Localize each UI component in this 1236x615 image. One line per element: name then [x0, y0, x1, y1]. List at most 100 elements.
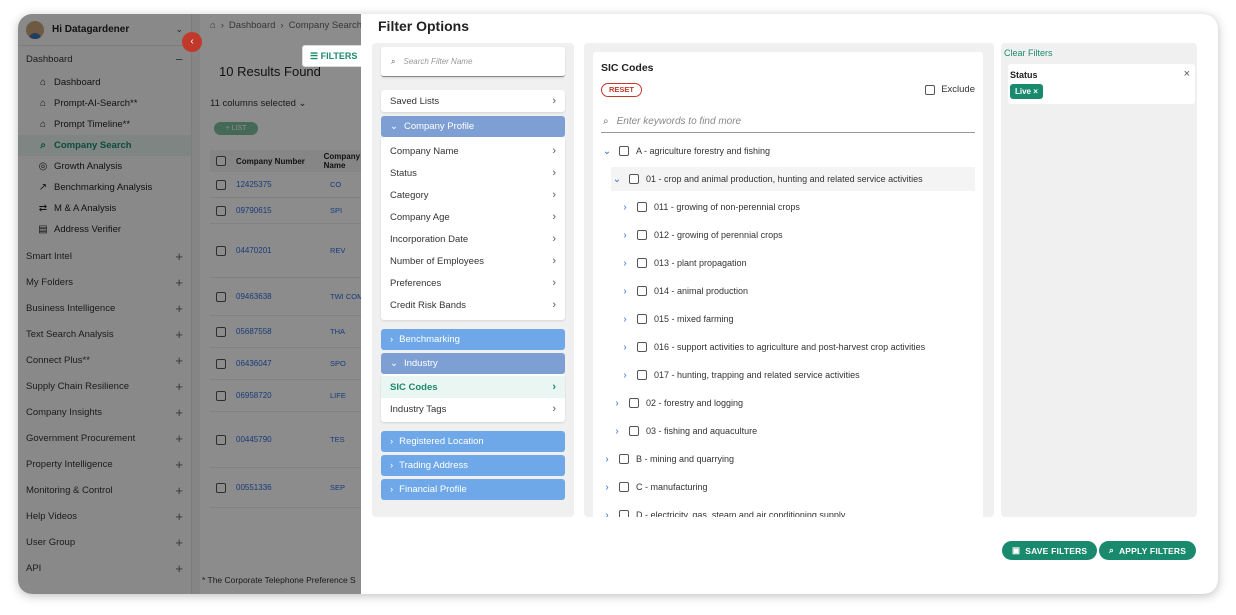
table-row[interactable]: 05687558 THA — [210, 316, 380, 348]
exclude-toggle[interactable]: Exclude — [925, 84, 975, 95]
company-number-link[interactable]: 05687558 — [236, 327, 316, 336]
company-name-link[interactable]: REV — [330, 246, 345, 255]
sic-tree-node[interactable]: › 014 - animal production — [619, 279, 748, 303]
chevron-right-icon[interactable]: › — [601, 510, 613, 518]
sic-tree-node[interactable]: › 02 - forestry and logging — [611, 391, 743, 415]
table-row[interactable]: 00551336 SEP — [210, 468, 380, 508]
company-name-link[interactable]: CO — [330, 180, 341, 189]
company-number-link[interactable]: 06436047 — [236, 359, 316, 368]
chevron-right-icon[interactable]: › — [619, 370, 631, 381]
company-name-link[interactable]: LIFE — [330, 391, 346, 400]
table-row[interactable]: 00445790 TES — [210, 412, 380, 468]
industry-filter-item[interactable]: SIC Codes › — [381, 376, 565, 398]
row-checkbox[interactable] — [216, 179, 226, 190]
sidebar-item[interactable]: ⌂ Prompt-AI-Search** — [18, 93, 191, 114]
sic-checkbox[interactable] — [619, 482, 629, 492]
sic-checkbox[interactable] — [637, 370, 647, 380]
row-checkbox[interactable] — [216, 358, 226, 369]
sic-checkbox[interactable] — [637, 230, 647, 240]
chevron-right-icon[interactable]: › — [611, 426, 623, 437]
sidebar-section[interactable]: My Folders + — [18, 269, 191, 295]
table-row[interactable]: 06958720 LIFE — [210, 380, 380, 412]
sic-checkbox[interactable] — [637, 286, 647, 296]
sidebar-section[interactable]: Text Search Analysis + — [18, 321, 191, 347]
clear-filters-link[interactable]: Clear Filters — [1004, 48, 1053, 58]
sidebar-section[interactable]: API + — [18, 555, 191, 581]
company-number-link[interactable]: 12425375 — [236, 180, 316, 189]
sidebar-section[interactable]: Supply Chain Resilience + — [18, 373, 191, 399]
sic-tree-node[interactable]: › 03 - fishing and aquaculture — [611, 419, 757, 443]
sidebar-section[interactable]: Smart Intel + — [18, 243, 191, 269]
exclude-checkbox[interactable] — [925, 84, 936, 95]
sidebar-item[interactable]: ⇄ M & A Analysis — [18, 198, 191, 219]
keyword-search-input[interactable]: ⌕ Enter keywords to find more — [601, 111, 975, 133]
company-number-link[interactable]: 06958720 — [236, 391, 316, 400]
sic-tree-node[interactable]: › C - manufacturing — [601, 475, 707, 499]
company-number-link[interactable]: 09790615 — [236, 206, 316, 215]
sidebar-section[interactable]: Monitoring & Control + — [18, 477, 191, 503]
status-chip-live[interactable]: Live × — [1010, 84, 1043, 99]
filter-item[interactable]: Status › — [381, 162, 565, 184]
company-number-link[interactable]: 04470201 — [236, 246, 316, 255]
filters-button[interactable]: ☰ FILTERS — [302, 45, 366, 67]
sidebar-section[interactable]: Company Insights + — [18, 399, 191, 425]
chevron-right-icon[interactable]: › — [611, 398, 623, 409]
chevron-right-icon[interactable]: › — [619, 258, 631, 269]
sidebar-section[interactable]: User Group + — [18, 529, 191, 555]
sidebar-item[interactable]: ⌂ Dashboard — [18, 72, 191, 93]
columns-select[interactable]: 11 columns selected ⌄ — [210, 98, 307, 109]
apply-filters-button[interactable]: ⌕ APPLY FILTERS — [1099, 541, 1197, 560]
chevron-right-icon[interactable]: › — [619, 202, 631, 213]
filter-item[interactable]: Incorporation Date › — [381, 228, 565, 250]
sic-checkbox[interactable] — [619, 146, 629, 156]
filter-item[interactable]: Preferences › — [381, 272, 565, 294]
sidebar-section[interactable]: Help Videos + — [18, 503, 191, 529]
sic-tree-node[interactable]: ⌄ 01 - crop and animal production, huntin… — [611, 167, 975, 191]
chevron-right-icon[interactable]: › — [619, 314, 631, 325]
sic-checkbox[interactable] — [629, 426, 639, 436]
row-checkbox[interactable] — [216, 482, 226, 493]
table-row[interactable]: 09463638 TWI COMPA — [210, 278, 380, 316]
chevron-right-icon[interactable]: › — [619, 342, 631, 353]
sic-tree-node[interactable]: › 016 - support activities to agriculture… — [619, 335, 925, 359]
table-row[interactable]: 12425375 CO — [210, 172, 380, 198]
select-all-checkbox[interactable] — [216, 156, 226, 166]
filter-item[interactable]: Company Age › — [381, 206, 565, 228]
sidebar-item[interactable]: ↗ Benchmarking Analysis — [18, 177, 191, 198]
sidebar-item[interactable]: ⌂ Prompt Timeline** — [18, 114, 191, 135]
sidebar-item[interactable]: ▤ Address Verifier — [18, 219, 191, 240]
chevron-right-icon[interactable]: › — [619, 230, 631, 241]
filter-item[interactable]: Number of Employees › — [381, 250, 565, 272]
row-checkbox[interactable] — [216, 245, 226, 256]
company-name-link[interactable]: SPO — [330, 359, 346, 368]
sidebar-item[interactable]: ◎ Growth Analysis — [18, 156, 191, 177]
industry-filter-item[interactable]: Industry Tags › — [381, 398, 565, 420]
table-row[interactable]: 06436047 SPO — [210, 348, 380, 380]
collapse-sidebar-button[interactable]: ‹ — [182, 32, 202, 52]
breadcrumb-dashboard[interactable]: Dashboard — [229, 20, 275, 31]
accordion-company-profile[interactable]: ⌄ Company Profile — [381, 116, 565, 137]
close-icon[interactable]: × — [1184, 68, 1190, 80]
sic-checkbox[interactable] — [637, 202, 647, 212]
company-number-link[interactable]: 00551336 — [236, 483, 316, 492]
accordion-section[interactable]: › Financial Profile — [381, 479, 565, 500]
list-button[interactable]: + LIST — [214, 122, 258, 135]
save-filters-button[interactable]: ▣ SAVE FILTERS — [1002, 541, 1098, 560]
row-checkbox[interactable] — [216, 291, 226, 302]
filter-item[interactable]: Company Name › — [381, 140, 565, 162]
chevron-right-icon[interactable]: › — [619, 286, 631, 297]
row-checkbox[interactable] — [216, 434, 226, 445]
sic-tree-node[interactable]: › 011 - growing of non-perennial crops — [619, 195, 800, 219]
accordion-section[interactable]: › Registered Location — [381, 431, 565, 452]
row-checkbox[interactable] — [216, 326, 226, 337]
table-row[interactable]: 09790615 SPI — [210, 198, 380, 224]
company-number-link[interactable]: 09463638 — [236, 292, 316, 301]
sic-tree-node[interactable]: › B - mining and quarrying — [601, 447, 734, 471]
sic-tree-node[interactable]: › D - electricity, gas, steam and air con… — [601, 503, 845, 517]
filter-search-input[interactable]: ⌕ Search Filter Name — [381, 47, 565, 77]
filter-item[interactable]: Category › — [381, 184, 565, 206]
chevron-down-icon[interactable]: ⌄ — [611, 174, 623, 185]
reset-button[interactable]: RESET — [601, 83, 643, 97]
sic-checkbox[interactable] — [637, 314, 647, 324]
sic-checkbox[interactable] — [629, 174, 639, 184]
